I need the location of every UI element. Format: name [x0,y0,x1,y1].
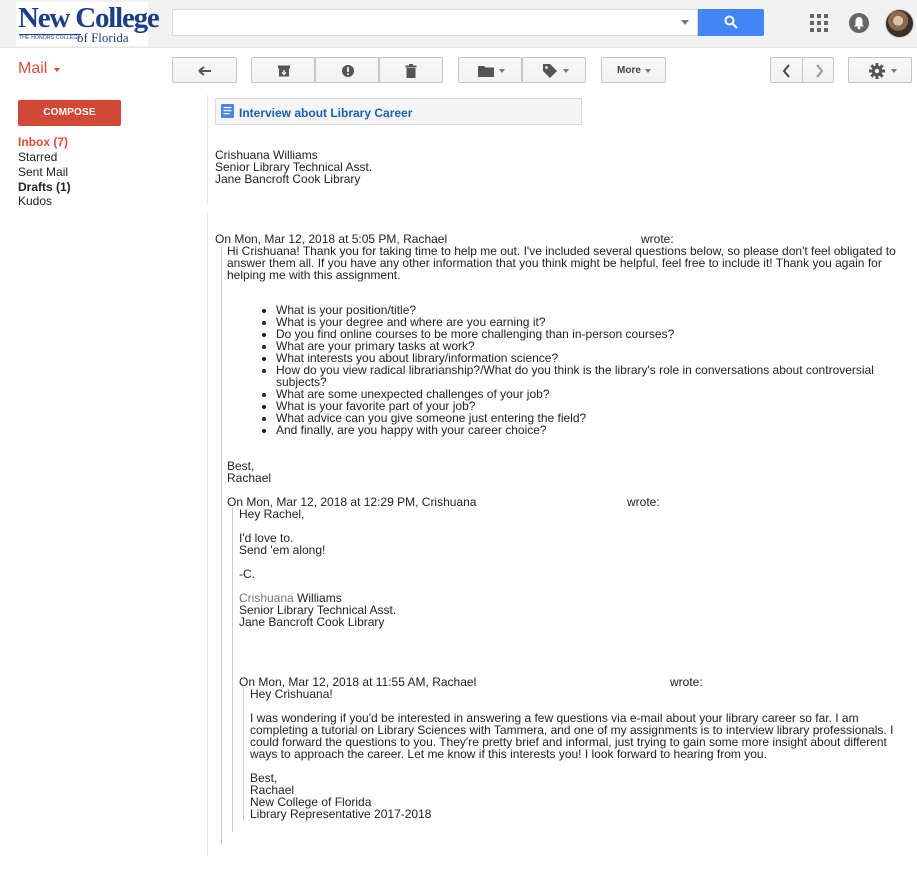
college-logo[interactable]: New College THE HONORS COLLEGE of Florid… [16,2,160,46]
top-bar: New College THE HONORS COLLEGE of Florid… [0,0,917,48]
quote3-greeting: Hey Crishuana! [250,687,333,701]
quote2-initial: -C. [239,567,255,581]
chevron-right-icon [816,64,824,78]
divider [207,95,208,205]
sidebar-item-drafts[interactable]: Drafts (1) [18,180,71,194]
quote3-wrote: wrote: [670,675,703,689]
search-options-icon[interactable] [681,20,689,25]
report-spam-button[interactable] [315,57,379,83]
older-button[interactable] [802,57,834,83]
label-tag-icon [543,64,557,78]
quote-border [243,687,244,821]
sidebar-item-sent[interactable]: Sent Mail [18,165,68,179]
newer-button[interactable] [770,57,803,83]
quote1-intro: Hi Crishuana! Thank you for taking time … [227,244,896,282]
quote2-wrote: wrote: [627,495,660,509]
more-label: More [617,65,641,76]
gear-icon [869,63,885,79]
search-button[interactable] [698,9,764,36]
compose-button[interactable]: COMPOSE [18,100,121,126]
quote-border [221,247,222,844]
folder-icon [478,66,494,77]
search-input[interactable] [172,9,698,36]
quote3-sig-role: Library Representative 2017-2018 [250,807,432,821]
avatar[interactable] [885,9,914,38]
apps-grid-icon[interactable] [810,14,828,32]
archive-icon [278,65,290,77]
quote1-signature: Rachael [227,471,272,485]
delete-button[interactable] [379,57,443,83]
chevron-down-icon[interactable] [54,68,60,72]
divider [207,213,208,856]
labels-button[interactable] [522,57,586,83]
thread-subject: Interview about Library Career [215,98,582,125]
quote3-body: I was wondering if you'd be interested i… [250,711,894,761]
list-item: And finally, are you happy with your car… [276,424,876,436]
chevron-down-icon [499,69,505,73]
subject-text[interactable]: Interview about Library Career [239,106,412,120]
search-icon [724,15,738,29]
back-arrow-icon [198,66,211,76]
settings-button[interactable] [848,57,912,83]
reply-sig-org: Jane Bancroft Cook Library [215,172,361,186]
mail-app-switcher[interactable]: Mail [18,60,47,78]
chevron-left-icon [782,64,790,78]
document-icon [221,104,234,118]
back-button[interactable] [172,57,237,83]
list-item: How do you view radical librarianship?/W… [276,364,876,388]
move-to-button[interactable] [458,57,522,83]
quote2-line2: Send 'em along! [239,543,326,557]
question-list: What is your position/title? What is you… [276,304,876,436]
quote-border [232,507,233,832]
archive-button[interactable] [251,57,315,83]
sidebar-item-inbox[interactable]: Inbox (7) [18,135,68,149]
logo-sub: of Florida [77,30,129,45]
notifications-bell-icon[interactable] [849,13,869,33]
chevron-down-icon [891,69,897,73]
trash-icon [405,64,417,78]
chevron-down-icon [563,69,569,73]
quote2-sig-org: Jane Bancroft Cook Library [239,615,385,629]
sidebar-item-starred[interactable]: Starred [18,150,57,164]
sidebar-item-kudos[interactable]: Kudos [18,194,52,208]
logo-tagline: THE HONORS COLLEGE [19,34,81,41]
chevron-down-icon [645,69,651,73]
report-spam-icon [342,65,354,77]
quote2-greeting: Hey Rachel, [239,507,305,521]
more-button[interactable]: More [601,57,666,83]
